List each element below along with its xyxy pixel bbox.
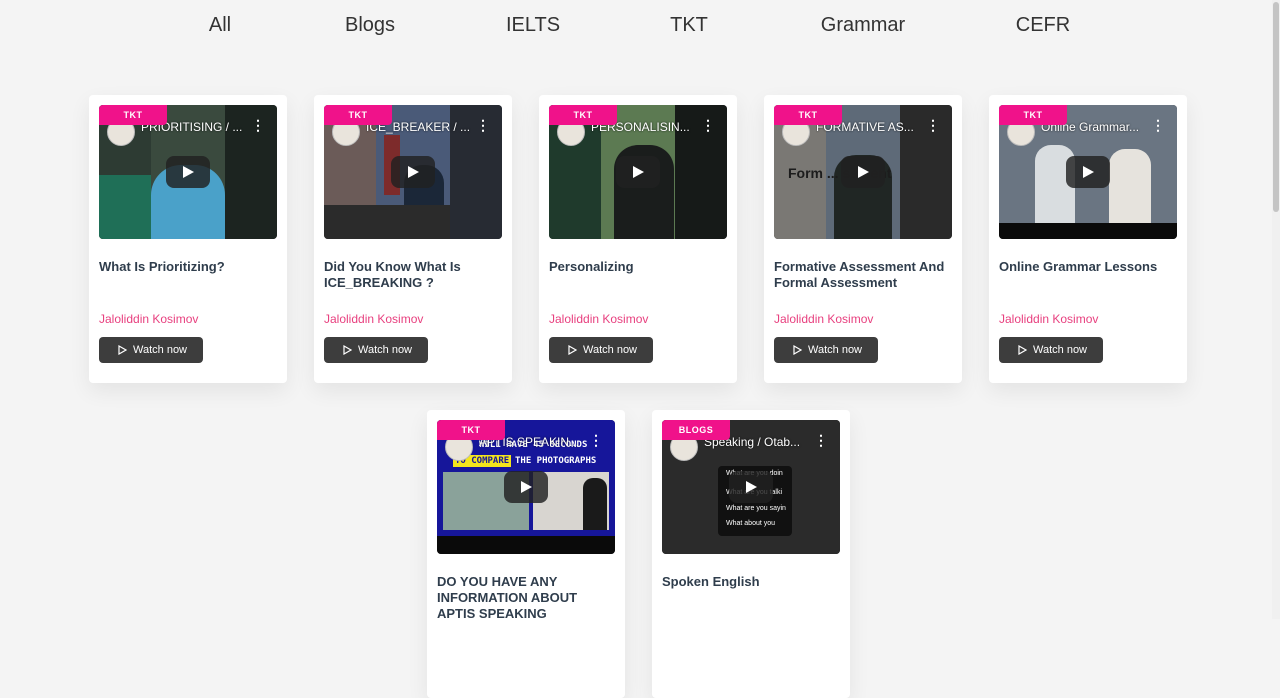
- play-icon[interactable]: [1066, 156, 1110, 188]
- watch-now-label: Watch now: [808, 344, 863, 356]
- more-options-icon[interactable]: ⋮: [251, 118, 265, 132]
- tab-tkt[interactable]: TKT: [670, 14, 708, 37]
- video-thumbnail[interactable]: What are you doin What are you talki Wha…: [662, 420, 840, 554]
- play-outline-icon: [118, 345, 127, 355]
- category-badge: TKT: [437, 420, 505, 440]
- video-card: Online Grammar... ⋮ TKT Online Grammar L…: [989, 95, 1187, 383]
- card-title[interactable]: Spoken English: [662, 574, 842, 590]
- more-options-icon[interactable]: ⋮: [589, 433, 603, 447]
- play-icon[interactable]: [504, 471, 548, 503]
- play-icon[interactable]: [729, 471, 773, 503]
- thumbnail-figure: [1109, 149, 1151, 223]
- tab-all[interactable]: All: [209, 14, 231, 37]
- play-outline-icon: [793, 345, 802, 355]
- video-thumbnail[interactable]: Online Grammar... ⋮: [999, 105, 1177, 239]
- category-badge: BLOGS: [662, 420, 730, 440]
- card-title[interactable]: What Is Prioritizing?: [99, 259, 279, 275]
- scrollbar-thumb[interactable]: [1273, 2, 1279, 212]
- watch-now-label: Watch now: [583, 344, 638, 356]
- category-badge: TKT: [999, 105, 1067, 125]
- card-title[interactable]: Online Grammar Lessons: [999, 259, 1179, 275]
- play-icon[interactable]: [616, 156, 660, 188]
- watch-now-label: Watch now: [1033, 344, 1088, 356]
- thumbnail-caption: THE PHOTOGRAPHS: [515, 456, 597, 466]
- watch-now-button[interactable]: Watch now: [324, 337, 428, 363]
- thumbnail-desk: [324, 205, 450, 239]
- video-thumbnail[interactable]: PERSONALISIN... ⋮: [549, 105, 727, 239]
- watch-now-button[interactable]: Watch now: [549, 337, 653, 363]
- video-thumbnail[interactable]: Form ... ssment FORMATIVE AS... ⋮: [774, 105, 952, 239]
- thumbnail-figure: [583, 478, 607, 530]
- watch-now-label: Watch now: [358, 344, 413, 356]
- video-card: PERSONALISIN... ⋮ TKT Personalizing Jalo…: [539, 95, 737, 383]
- watch-now-button[interactable]: Watch now: [999, 337, 1103, 363]
- tab-blogs[interactable]: Blogs: [345, 14, 395, 37]
- thumbnail-caption: What are you sayin: [726, 505, 786, 512]
- video-card: WILL HAVE 45 SECONDS TO COMPARE THE PHOT…: [427, 410, 625, 698]
- tab-cefr[interactable]: CEFR: [1016, 14, 1070, 37]
- watch-now-label: Watch now: [133, 344, 188, 356]
- category-badge: TKT: [99, 105, 167, 125]
- video-card: ICE_BREAKER / ... ⋮ TKT Did You Know Wha…: [314, 95, 512, 383]
- more-options-icon[interactable]: ⋮: [476, 118, 490, 132]
- play-outline-icon: [343, 345, 352, 355]
- page-scrollbar[interactable]: [1272, 0, 1280, 619]
- card-title[interactable]: DO YOU HAVE ANY INFORMATION ABOUT APTIS …: [437, 574, 617, 622]
- more-options-icon[interactable]: ⋮: [1151, 118, 1165, 132]
- category-badge: TKT: [324, 105, 392, 125]
- more-options-icon[interactable]: ⋮: [814, 433, 828, 447]
- play-outline-icon: [1018, 345, 1027, 355]
- video-card: What are you doin What are you talki Wha…: [652, 410, 850, 698]
- more-options-icon[interactable]: ⋮: [926, 118, 940, 132]
- play-icon[interactable]: [166, 156, 210, 188]
- thumbnail-caption: What about you: [726, 520, 776, 527]
- author-name[interactable]: Jaloliddin Kosimov: [324, 312, 423, 326]
- play-icon[interactable]: [841, 156, 885, 188]
- author-name[interactable]: Jaloliddin Kosimov: [549, 312, 648, 326]
- card-title[interactable]: Did You Know What Is ICE_BREAKING ?: [324, 259, 504, 291]
- watch-now-button[interactable]: Watch now: [99, 337, 203, 363]
- author-name[interactable]: Jaloliddin Kosimov: [99, 312, 198, 326]
- category-badge: TKT: [549, 105, 617, 125]
- card-title[interactable]: Formative Assessment And Formal Assessme…: [774, 259, 954, 291]
- more-options-icon[interactable]: ⋮: [701, 118, 715, 132]
- video-card: PRIORITISING / ... ⋮ TKT What Is Priorit…: [89, 95, 287, 383]
- tab-grammar[interactable]: Grammar: [821, 14, 905, 37]
- author-name[interactable]: Jaloliddin Kosimov: [774, 312, 873, 326]
- category-badge: TKT: [774, 105, 842, 125]
- card-title[interactable]: Personalizing: [549, 259, 729, 275]
- author-name[interactable]: Jaloliddin Kosimov: [999, 312, 1098, 326]
- video-card: Form ... ssment FORMATIVE AS... ⋮ TKT Fo…: [764, 95, 962, 383]
- thumbnail-figure: [99, 175, 151, 239]
- tab-ielts[interactable]: IELTS: [506, 14, 560, 37]
- play-outline-icon: [568, 345, 577, 355]
- watch-now-button[interactable]: Watch now: [774, 337, 878, 363]
- video-thumbnail[interactable]: PRIORITISING / ... ⋮: [99, 105, 277, 239]
- category-tabs: All Blogs IELTS TKT Grammar CEFR: [0, 0, 1280, 60]
- video-thumbnail[interactable]: WILL HAVE 45 SECONDS TO COMPARE THE PHOT…: [437, 420, 615, 554]
- play-icon[interactable]: [391, 156, 435, 188]
- video-thumbnail[interactable]: ICE_BREAKER / ... ⋮: [324, 105, 502, 239]
